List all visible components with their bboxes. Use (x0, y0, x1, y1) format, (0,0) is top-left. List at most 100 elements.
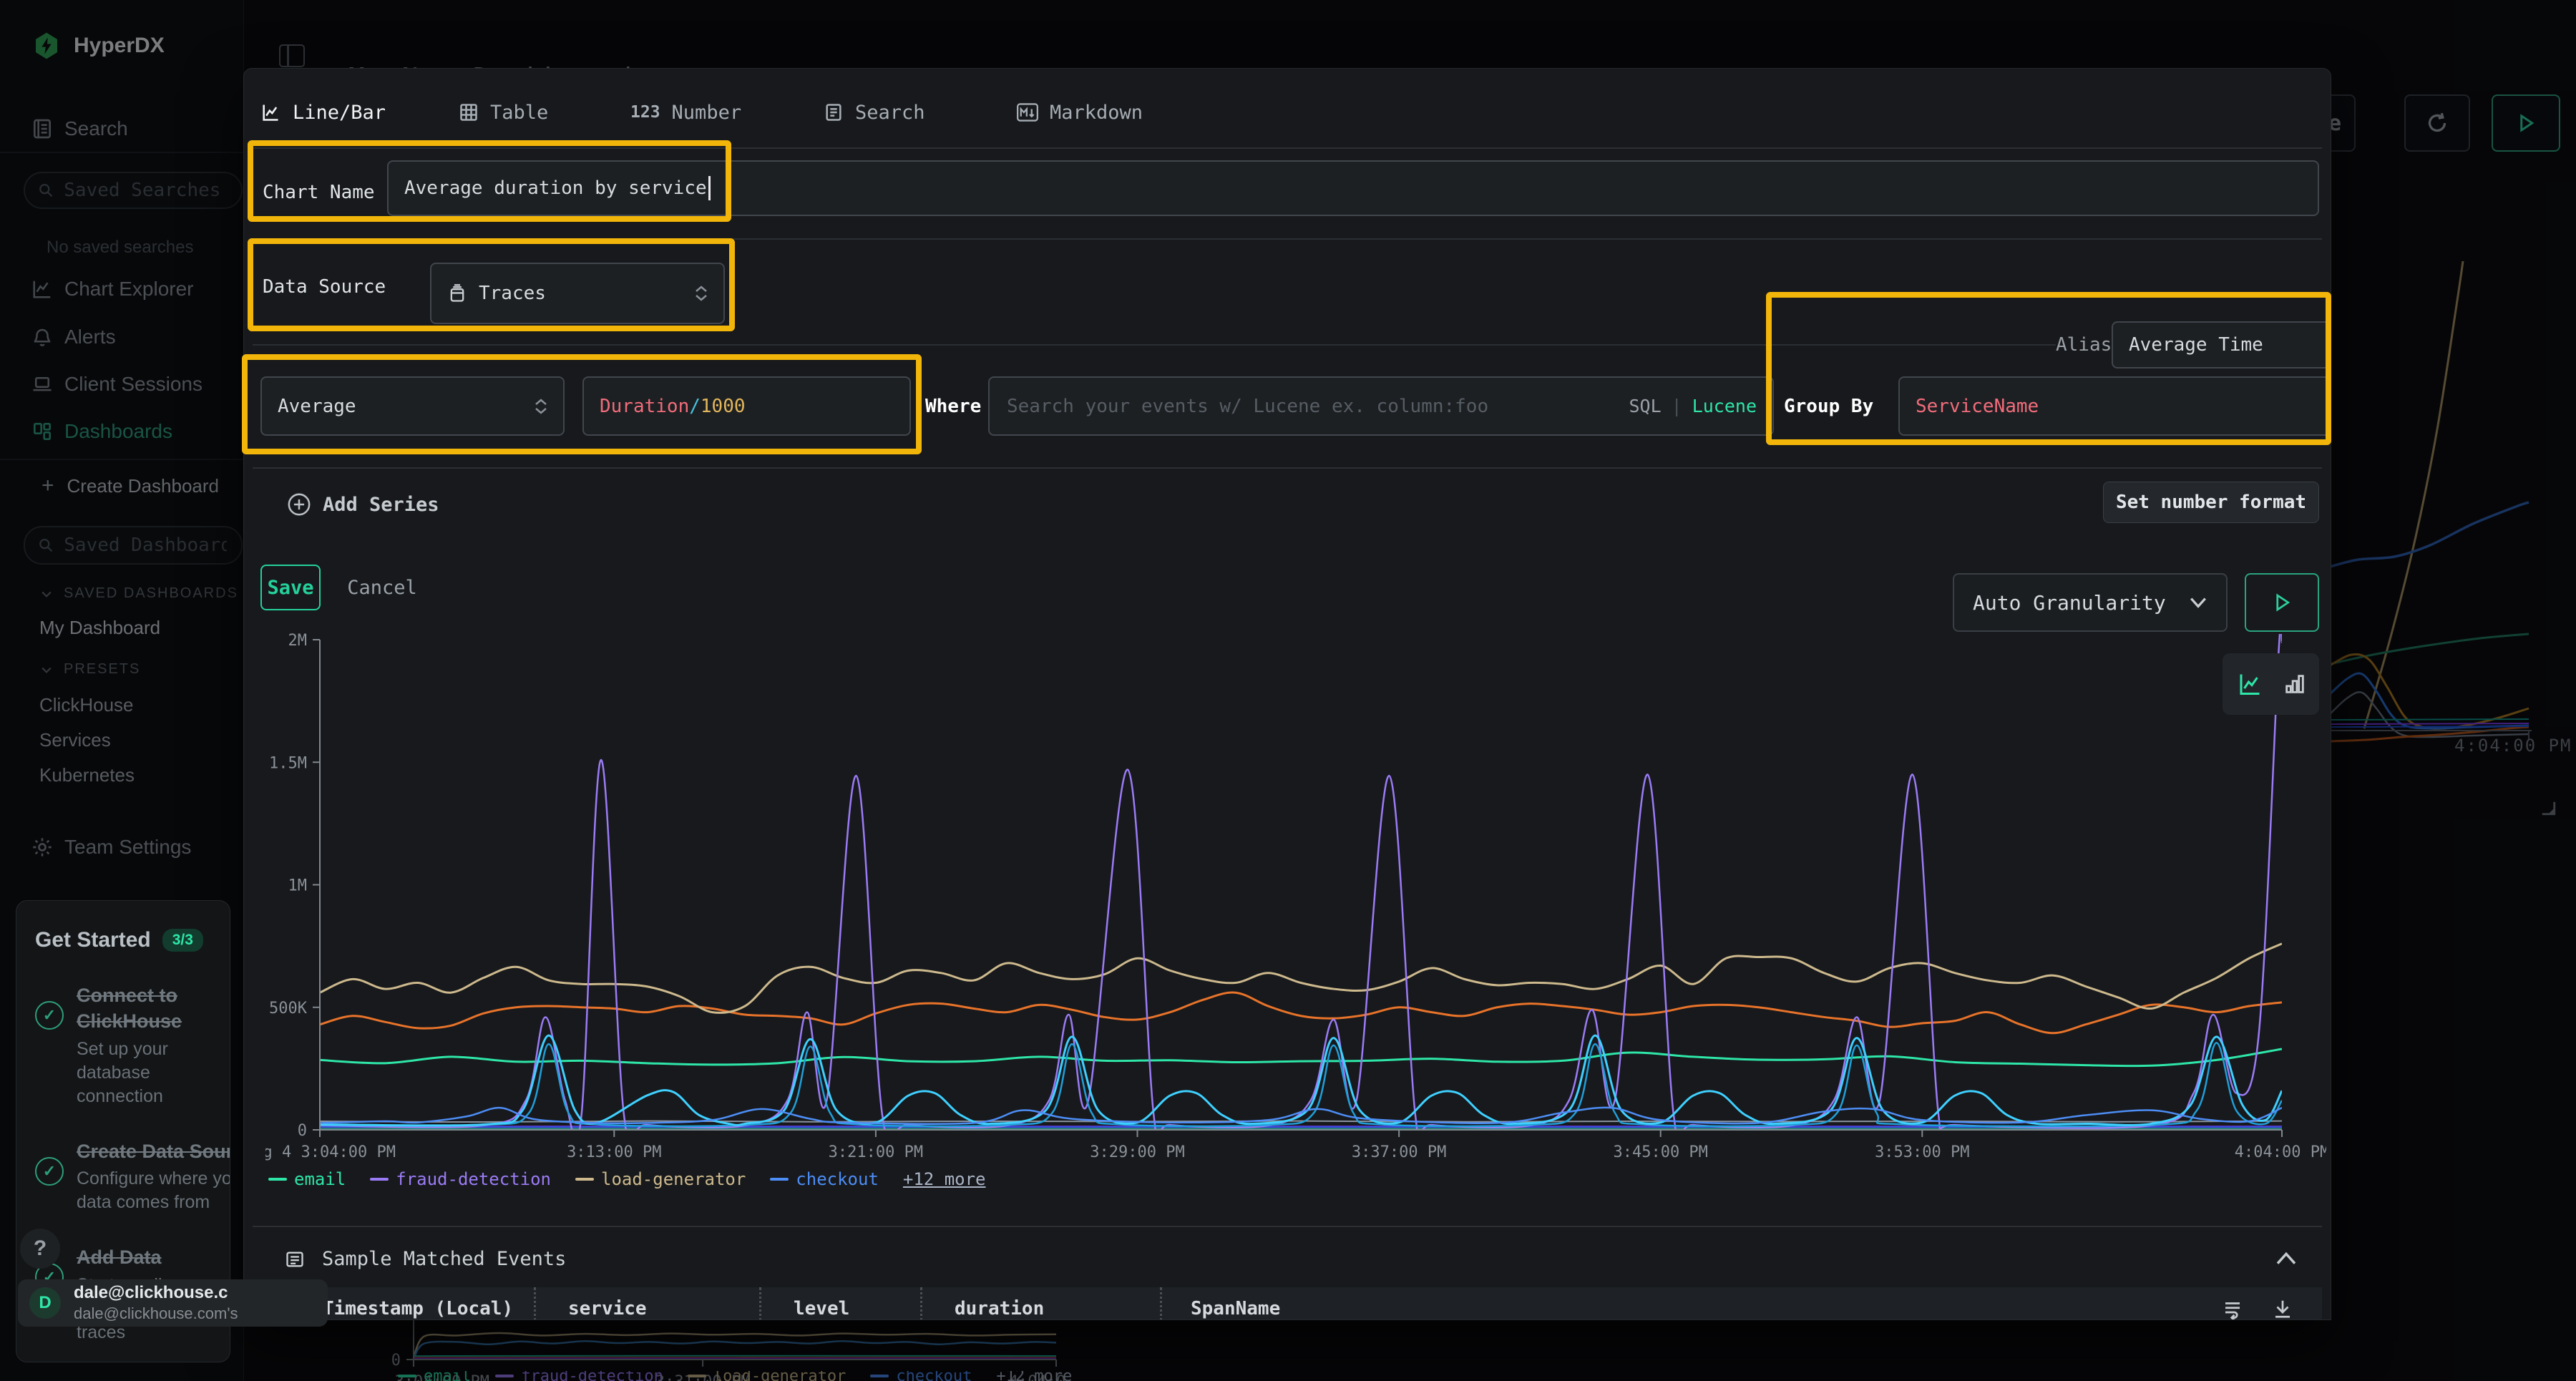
legend-item[interactable]: fraud-detection (370, 1169, 551, 1189)
chart-legend[interactable]: email fraud-detection load-generator checko… (268, 1169, 985, 1189)
chart-name-label: Chart Name (263, 158, 375, 227)
legend-item[interactable]: load-generator (575, 1169, 746, 1189)
svg-text:500K: 500K (269, 1000, 308, 1018)
get-started-title: Get Started 3/3 (35, 928, 211, 952)
get-started-item[interactable]: ✓ Connect to ClickHouse Set up your data… (35, 982, 211, 1108)
divider (253, 344, 2056, 346)
get-started-title-text: Get Started (35, 928, 151, 952)
field-token: Duration (600, 396, 689, 417)
sample-events-header[interactable]: Sample Matched Events (283, 1248, 566, 1270)
text-caret (708, 176, 711, 200)
add-series-button[interactable]: Add Series (287, 492, 439, 517)
granularity-value: Auto Granularity (1973, 591, 2166, 615)
field-token: 1000 (701, 396, 746, 417)
alias-input[interactable]: Average Time (2112, 321, 2331, 369)
svg-text:3:37:00 PM: 3:37:00 PM (1352, 1143, 1446, 1161)
column-header-service[interactable]: service (534, 1287, 759, 1320)
chart-type-toggle (2223, 653, 2319, 715)
legend-item[interactable]: checkout (770, 1169, 879, 1189)
svg-text:Aug 4 3:04:00 PM: Aug 4 3:04:00 PM (265, 1143, 396, 1161)
svg-text:3:45:00 PM: 3:45:00 PM (1613, 1143, 1707, 1161)
gs-item-title: Create Data Source (77, 1138, 230, 1164)
sql-mode-toggle[interactable]: SQL (1629, 396, 1661, 416)
line-chart-toggle-icon[interactable] (2235, 671, 2264, 697)
column-header-duration[interactable]: duration (920, 1287, 1160, 1320)
user-menu[interactable]: D dale@clickhouse.c dale@clickhouse.com'… (18, 1279, 328, 1327)
divider (253, 1226, 2322, 1227)
group-by-value: ServiceName (1916, 396, 2039, 417)
group-by-label: Group By (1784, 376, 1873, 436)
tab-table[interactable]: Table (459, 84, 548, 140)
tab-line-bar[interactable]: Line/Bar (260, 84, 386, 140)
question-mark-icon: ? (34, 1236, 47, 1261)
column-header-level[interactable]: level (759, 1287, 920, 1320)
tab-label: Table (490, 102, 548, 124)
gs-item-title: Connect to ClickHouse (77, 982, 211, 1035)
add-series-label: Add Series (323, 494, 439, 516)
field-input[interactable]: Duration/1000 (582, 376, 911, 436)
collapse-chevron-icon[interactable] (2275, 1251, 2298, 1267)
save-button[interactable]: Save (260, 565, 321, 610)
divider (253, 147, 2322, 149)
play-icon (2271, 592, 2293, 613)
svg-text:1M: 1M (288, 877, 308, 895)
chart-name-value: Average duration by service (404, 177, 707, 199)
legend-swatch (770, 1178, 789, 1181)
svg-text:3:21:00 PM: 3:21:00 PM (829, 1143, 923, 1161)
svg-text:1.5M: 1.5M (269, 754, 307, 772)
user-name: dale@clickhouse.c (74, 1283, 238, 1303)
column-header-spanname[interactable]: SpanName (1160, 1287, 2222, 1320)
get-started-badge: 3/3 (162, 929, 203, 952)
svg-text:4:04:00 PM: 4:04:00 PM (2235, 1143, 2326, 1161)
field-token: / (689, 396, 701, 417)
where-field[interactable] (1005, 395, 1620, 418)
select-chevrons-icon (695, 286, 708, 301)
tab-label: Markdown (1050, 102, 1143, 124)
data-source-label: Data Source (263, 251, 386, 323)
tab-label: Search (855, 102, 925, 124)
legend-more-link[interactable]: +12 more (903, 1169, 986, 1189)
sample-events-title: Sample Matched Events (322, 1248, 566, 1270)
line-chart-icon (260, 102, 281, 122)
chevron-down-icon (2189, 597, 2207, 608)
svg-text:2M: 2M (288, 632, 308, 650)
aggregation-value: Average (278, 396, 356, 417)
granularity-select[interactable]: Auto Granularity (1953, 573, 2228, 632)
database-icon (447, 283, 467, 304)
tab-number[interactable]: 123 Number (630, 84, 741, 140)
check-circle-icon: ✓ (35, 1157, 64, 1186)
legend-swatch (575, 1178, 594, 1181)
events-table-header: Timestamp (Local) service level duration… (253, 1287, 2322, 1320)
download-icon[interactable] (2272, 1298, 2293, 1319)
get-started-item[interactable]: ✓ Create Data Source Configure where you… (35, 1138, 211, 1214)
bar-chart-toggle-icon[interactable] (2283, 672, 2307, 696)
tab-markdown[interactable]: Markdown (1017, 84, 1143, 140)
where-input[interactable]: SQL | Lucene (988, 376, 1774, 436)
active-tab-underline (258, 141, 443, 146)
gs-item-desc: Configure where your data comes from (77, 1167, 230, 1214)
run-query-button[interactable] (2245, 573, 2319, 632)
alias-value: Average Time (2129, 334, 2263, 356)
lucene-mode-toggle[interactable]: Lucene (1692, 396, 1757, 416)
tab-label: Number (672, 102, 742, 124)
group-by-input[interactable]: ServiceName (1898, 376, 2331, 436)
legend-item[interactable]: email (268, 1169, 346, 1189)
help-button[interactable]: ? (20, 1229, 60, 1269)
cancel-button[interactable]: Cancel (343, 565, 421, 610)
divider (253, 467, 2322, 469)
where-label: Where (925, 376, 981, 436)
tab-search[interactable]: Search (824, 84, 925, 140)
avatar: D (29, 1287, 61, 1319)
aggregation-select[interactable]: Average (260, 376, 565, 436)
mode-separator: | (1672, 396, 1682, 416)
tab-label: Line/Bar (293, 102, 386, 124)
legend-swatch (268, 1178, 287, 1181)
markdown-icon (1017, 103, 1038, 122)
svg-text:3:53:00 PM: 3:53:00 PM (1875, 1143, 1969, 1161)
set-number-format-button[interactable]: Set number format (2103, 482, 2319, 523)
wrap-lines-icon[interactable] (2222, 1298, 2243, 1319)
divider (253, 238, 2322, 240)
data-source-select[interactable]: Traces (430, 263, 725, 324)
chart-name-input[interactable]: Average duration by service (387, 160, 2319, 216)
svg-text:0: 0 (298, 1122, 307, 1140)
